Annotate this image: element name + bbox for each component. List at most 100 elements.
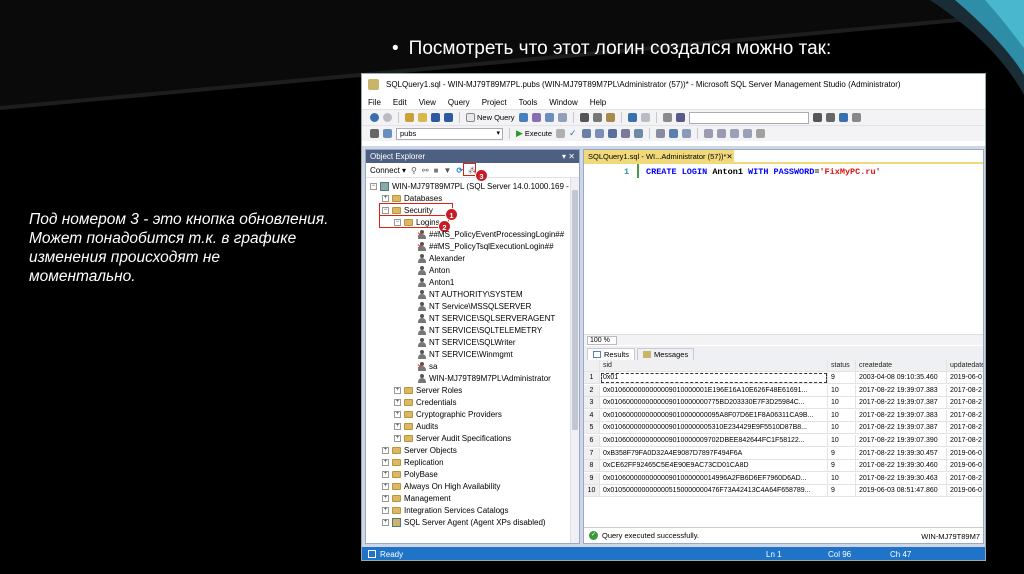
table-cell[interactable]: 2017-08-22 19:39:07.383 xyxy=(856,409,947,422)
paste-icon[interactable] xyxy=(605,113,615,122)
table-cell[interactable]: 0x0106000000000009010000000775BD203330E7… xyxy=(600,397,828,410)
table-cell[interactable]: 2017-08-2 xyxy=(947,385,983,397)
uncomment-icon[interactable] xyxy=(717,129,727,138)
toolbox-icon[interactable] xyxy=(838,113,848,122)
find-icon[interactable] xyxy=(812,113,822,122)
results-to-file-icon[interactable] xyxy=(682,129,692,138)
panel-pin-close-icon[interactable]: ▾ ⁠✕ xyxy=(562,152,575,161)
server-folder-item[interactable]: + Server Objects xyxy=(382,444,457,456)
expand-icon[interactable]: + xyxy=(394,410,401,418)
menu-view[interactable]: View xyxy=(419,98,436,107)
table-cell[interactable]: 2019-06-03 08:51:47.860 xyxy=(856,485,947,498)
change-connection-icon[interactable] xyxy=(383,129,392,138)
undo-icon[interactable] xyxy=(627,113,637,122)
save-all-icon[interactable] xyxy=(444,113,453,122)
column-header[interactable]: status xyxy=(828,360,856,372)
copy-icon[interactable] xyxy=(592,113,602,122)
menu-tools[interactable]: Tools xyxy=(519,98,538,107)
server-folder-item[interactable]: + Integration Services Catalogs xyxy=(382,504,509,516)
object-explorer-icon[interactable] xyxy=(675,113,685,122)
decrease-indent-icon[interactable] xyxy=(730,129,740,138)
toolbar-options-icon[interactable] xyxy=(851,113,861,122)
login-item[interactable]: NT AUTHORITY\SYSTEM xyxy=(418,288,523,300)
table-cell[interactable]: 2017-08-2 xyxy=(947,397,983,410)
intellisense-icon[interactable] xyxy=(608,129,618,138)
table-cell[interactable]: 2019-06-0 xyxy=(947,448,983,460)
expand-icon[interactable]: + xyxy=(382,446,389,454)
table-cell[interactable]: 2017-08-22 19:39:07.383 xyxy=(856,384,947,397)
table-cell[interactable]: 2003-04-08 09:10:35.460 xyxy=(856,372,947,384)
cancel-query-icon[interactable] xyxy=(556,129,566,138)
login-item[interactable]: NT SERVICE\Winmgmt xyxy=(418,348,513,360)
login-item[interactable]: NT SERVICE\SQLTELEMETRY xyxy=(418,324,542,336)
table-cell[interactable]: 9 xyxy=(828,372,856,384)
connect-icon[interactable]: ⚲ xyxy=(411,166,417,175)
table-cell[interactable]: 2017-08-22 19:39:07.390 xyxy=(856,435,947,447)
table-cell[interactable]: 0x0106000000000009010000001E196E16A10E62… xyxy=(600,384,828,397)
menu-edit[interactable]: Edit xyxy=(393,98,407,107)
code-editor[interactable]: 1 CREATE LOGIN Anton1 WITH PASSWORD='Fix… xyxy=(584,164,983,344)
login-item[interactable]: Anton1 xyxy=(418,276,454,288)
results-to-grid-icon[interactable] xyxy=(669,129,679,138)
server-folder-item[interactable]: + Replication xyxy=(382,456,444,468)
security-child-item[interactable]: + Cryptographic Providers xyxy=(394,408,502,420)
menu-project[interactable]: Project xyxy=(482,98,507,107)
menu-query[interactable]: Query xyxy=(448,98,470,107)
table-row[interactable]: 5 0x01060000000000090100000005310E234429E… xyxy=(584,422,983,435)
connect-editor-icon[interactable] xyxy=(370,129,379,138)
column-header[interactable]: updatedate xyxy=(947,360,983,372)
login-item[interactable]: ✕ sa xyxy=(417,360,437,372)
table-row[interactable]: 4 0x0106000000000009010000000095A8F07D6E1… xyxy=(584,409,983,422)
menu-help[interactable]: Help xyxy=(590,98,606,107)
open-file-icon[interactable] xyxy=(418,113,427,122)
table-cell[interactable]: 9 xyxy=(828,447,856,460)
table-cell[interactable]: 0xCE62FF92465C5E4E90E9AC73CD01CA8D xyxy=(600,460,828,473)
forward-icon[interactable] xyxy=(383,113,392,122)
table-row[interactable]: 1 0x01 9 2003-04-08 09:10:35.460 2019-06-0 xyxy=(584,372,983,384)
table-cell[interactable]: 2017-08-22 19:39:30.457 xyxy=(856,447,947,460)
expand-icon[interactable]: + xyxy=(394,422,401,430)
server-folder-item[interactable]: + Always On High Availability xyxy=(382,480,500,492)
find-combo[interactable] xyxy=(688,111,809,124)
results-grid[interactable]: sid status createdate updatedate 1 0x01 9 2003-… xyxy=(584,360,983,525)
security-child-item[interactable]: + Server Roles xyxy=(394,384,462,396)
table-cell[interactable]: 0x01 xyxy=(600,372,828,384)
expand-icon[interactable]: + xyxy=(394,386,401,394)
table-row[interactable]: 10 0x0105000000000005150000000476F73A4241… xyxy=(584,485,983,498)
security-child-item[interactable]: + Server Audit Specifications xyxy=(394,432,511,444)
login-item[interactable]: NT Service\MSSQLSERVER xyxy=(418,300,531,312)
table-cell[interactable]: 10 xyxy=(828,409,856,422)
include-plan-icon[interactable] xyxy=(621,129,631,138)
mdx-query-icon[interactable] xyxy=(531,113,541,122)
table-cell[interactable]: 2019-06-0 xyxy=(947,485,983,498)
table-cell[interactable]: 10 xyxy=(828,472,856,485)
results-to-text-icon[interactable] xyxy=(656,129,666,138)
login-item[interactable]: ✕ ##MS_PolicyEventProcessingLogin## xyxy=(417,228,564,240)
table-cell[interactable]: 2017-08-22 19:39:07.387 xyxy=(856,397,947,410)
comment-icon[interactable] xyxy=(704,129,714,138)
table-cell[interactable]: 2017-08-22 19:39:30.463 xyxy=(856,472,947,485)
expand-icon[interactable]: + xyxy=(382,494,389,502)
security-child-item[interactable]: + Audits xyxy=(394,420,438,432)
expand-icon[interactable]: + xyxy=(382,482,389,490)
tree-scroll-thumb[interactable] xyxy=(572,190,578,430)
new-project-icon[interactable] xyxy=(405,113,414,122)
server-folder-item[interactable]: + PolyBase xyxy=(382,468,438,480)
tree-node-sql-agent[interactable]: + SQL Server Agent (Agent XPs disabled) xyxy=(382,516,546,528)
table-cell[interactable]: 2017-08-2 xyxy=(947,410,983,422)
expand-icon[interactable]: + xyxy=(382,518,389,526)
login-item[interactable]: WIN-MJ79T89M7PL\Administrator xyxy=(418,372,551,384)
table-cell[interactable]: 10 xyxy=(828,384,856,397)
table-row[interactable]: 8 0xCE62FF92465C5E4E90E9AC73CD01CA8D 9 2017… xyxy=(584,460,983,473)
xmla-query-icon[interactable] xyxy=(557,113,567,122)
stop-icon[interactable]: ■ xyxy=(434,166,439,175)
menu-file[interactable]: File xyxy=(368,98,381,107)
table-cell[interactable]: 2017-08-2 xyxy=(947,422,983,435)
disconnect-icon[interactable]: ⚯ xyxy=(422,166,429,175)
table-cell[interactable]: 0xB358F79FA0D32A4E9087D7897F494F6A xyxy=(600,447,828,460)
login-item[interactable]: Anton xyxy=(418,264,450,276)
login-item[interactable]: NT SERVICE\SQLSERVERAGENT xyxy=(418,312,555,324)
table-cell[interactable]: 0x0106000000000009010000000095A8F07D6E1F… xyxy=(600,409,828,422)
table-cell[interactable]: 2017-08-2 xyxy=(947,473,983,485)
grid-header-row[interactable]: sid status createdate updatedate xyxy=(584,360,983,372)
